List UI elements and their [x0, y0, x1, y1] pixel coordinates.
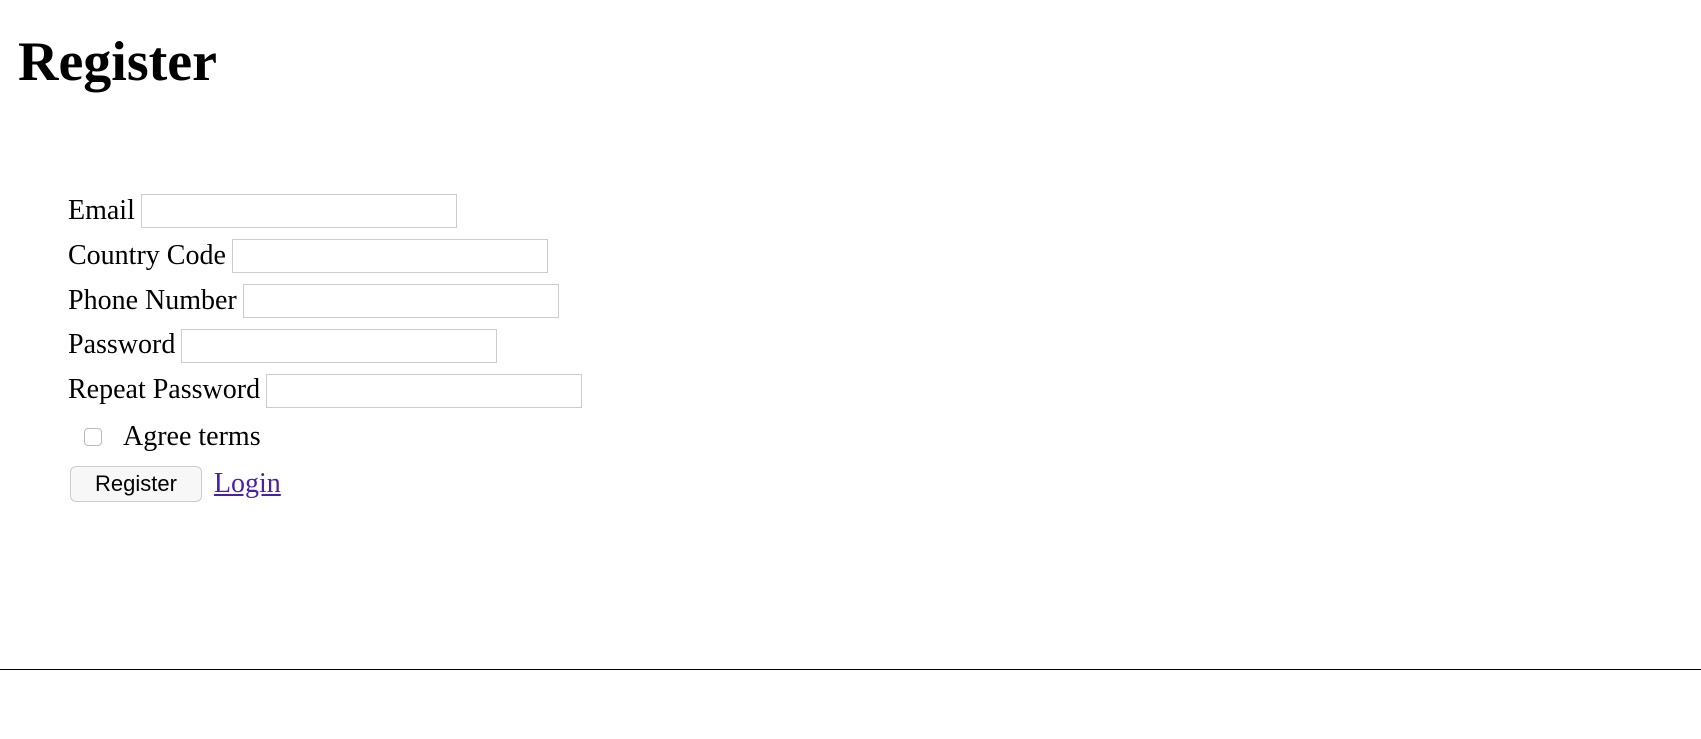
country-code-input[interactable]	[232, 239, 548, 273]
password-label: Password	[68, 323, 175, 368]
country-code-label: Country Code	[68, 234, 226, 279]
form-row-phone-number: Phone Number	[68, 279, 1701, 324]
email-label: Email	[68, 189, 135, 234]
login-link[interactable]: Login	[214, 462, 281, 507]
repeat-password-label: Repeat Password	[68, 368, 260, 413]
agree-terms-checkbox[interactable]	[84, 428, 102, 446]
register-button[interactable]: Register	[70, 466, 202, 502]
repeat-password-input[interactable]	[266, 374, 582, 408]
form-row-country-code: Country Code	[68, 234, 1701, 279]
password-input[interactable]	[181, 329, 497, 363]
email-input[interactable]	[141, 194, 457, 228]
bottom-divider	[0, 669, 1701, 670]
form-row-password: Password	[68, 323, 1701, 368]
phone-number-input[interactable]	[243, 284, 559, 318]
phone-number-label: Phone Number	[68, 279, 237, 324]
form-row-email: Email	[68, 189, 1701, 234]
form-row-submit: Register Login	[70, 462, 1701, 507]
form-row-repeat-password: Repeat Password	[68, 368, 1701, 413]
page-title: Register	[18, 30, 1701, 94]
form-row-agree-terms: Agree terms	[80, 415, 1701, 460]
agree-terms-label: Agree terms	[123, 415, 261, 460]
register-form: Email Country Code Phone Number Password…	[68, 189, 1701, 507]
